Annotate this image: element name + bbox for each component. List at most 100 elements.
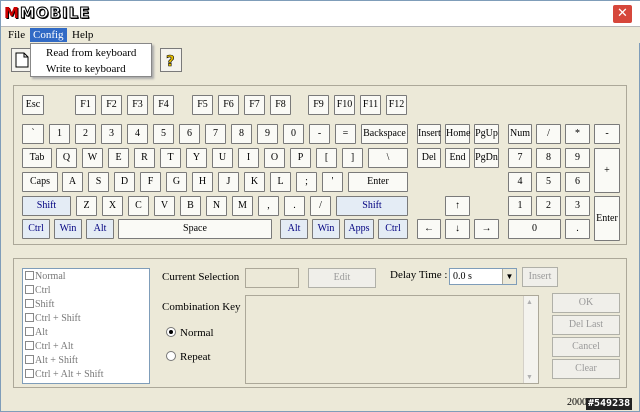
scroll-down-icon[interactable]: ▼ (526, 373, 533, 381)
key-f2[interactable]: F2 (101, 95, 122, 115)
key-apps[interactable]: Apps (344, 219, 374, 239)
key-numpad-plus[interactable]: + (594, 148, 620, 193)
key-backspace[interactable]: Backspace (361, 124, 408, 144)
key-arrow-right[interactable]: → (474, 219, 499, 239)
key-y[interactable]: Y (186, 148, 207, 168)
modifier-checkbox[interactable]: Ctrl (25, 284, 51, 297)
key-f4[interactable]: F4 (153, 95, 174, 115)
menu-help[interactable]: Help (69, 28, 96, 42)
key-3[interactable]: 3 (101, 124, 122, 144)
close-button[interactable]: ✕ (612, 4, 633, 24)
edit-button[interactable]: Edit (308, 268, 376, 288)
key-right-shift[interactable]: Shift (336, 196, 408, 216)
key-numpad-4[interactable]: 4 (508, 172, 532, 192)
key-right-ctrl[interactable]: Ctrl (378, 219, 408, 239)
modifier-checkbox[interactable]: Shift (25, 298, 54, 311)
key-8[interactable]: 8 (231, 124, 252, 144)
key-i[interactable]: I (238, 148, 259, 168)
key-l[interactable]: L (270, 172, 291, 192)
key-arrow-down[interactable]: ↓ (445, 219, 470, 239)
key-comma[interactable]: , (258, 196, 279, 216)
key-numpad-9[interactable]: 9 (565, 148, 590, 168)
key-lbracket[interactable]: [ (316, 148, 337, 168)
menu-item-write-to-keyboard[interactable]: Write to keyboard (46, 62, 126, 76)
key-end[interactable]: End (445, 148, 470, 168)
key-left-alt[interactable]: Alt (86, 219, 114, 239)
key-home[interactable]: Home (445, 124, 470, 144)
key-numlock[interactable]: Num (508, 124, 532, 144)
modifier-checkbox[interactable]: Ctrl + Alt + Shift (25, 368, 104, 381)
key-minus[interactable]: - (309, 124, 330, 144)
key-space[interactable]: Space (118, 219, 272, 239)
key-2[interactable]: 2 (75, 124, 96, 144)
key-arrow-left[interactable]: ← (417, 219, 441, 239)
key-f1[interactable]: F1 (75, 95, 96, 115)
key-numpad-2[interactable]: 2 (536, 196, 561, 216)
key-arrow-up[interactable]: ↑ (445, 196, 470, 216)
insert-button[interactable]: Insert (522, 267, 558, 287)
scrollbar[interactable]: ▲ ▼ (523, 296, 538, 383)
key-f3[interactable]: F3 (127, 95, 148, 115)
key-pgup[interactable]: PgUp (474, 124, 499, 144)
key-enter[interactable]: Enter (348, 172, 408, 192)
key-5[interactable]: 5 (153, 124, 174, 144)
menu-file[interactable]: File (5, 28, 28, 42)
key-j[interactable]: J (218, 172, 239, 192)
key-insert[interactable]: Insert (417, 124, 441, 144)
key-numpad-3[interactable]: 3 (565, 196, 590, 216)
modifier-checkbox[interactable]: Alt (25, 326, 48, 339)
help-button[interactable]: ? (160, 48, 182, 72)
key-g[interactable]: G (166, 172, 187, 192)
key-right-alt[interactable]: Alt (280, 219, 308, 239)
key-backslash[interactable]: \ (368, 148, 408, 168)
key-numpad-1[interactable]: 1 (508, 196, 532, 216)
key-f12[interactable]: F12 (386, 95, 407, 115)
key-caps[interactable]: Caps (22, 172, 58, 192)
menu-config[interactable]: Config (30, 28, 67, 42)
key-period[interactable]: . (284, 196, 305, 216)
key-f5[interactable]: F5 (192, 95, 213, 115)
key-slash[interactable]: / (310, 196, 331, 216)
modifier-checkbox[interactable]: Normal (25, 270, 66, 283)
key-pgdn[interactable]: PgDn (474, 148, 499, 168)
key-f8[interactable]: F8 (270, 95, 291, 115)
key-d[interactable]: D (114, 172, 135, 192)
radio-repeat[interactable]: Repeat (166, 351, 211, 363)
cancel-button[interactable]: Cancel (552, 337, 620, 357)
del-last-button[interactable]: Del Last (552, 315, 620, 335)
key-v[interactable]: V (154, 196, 175, 216)
key-z[interactable]: Z (76, 196, 97, 216)
key-tab[interactable]: Tab (22, 148, 52, 168)
key-n[interactable]: N (206, 196, 227, 216)
key-numpad-0[interactable]: 0 (508, 219, 561, 239)
key-numpad-enter[interactable]: Enter (594, 196, 620, 241)
key-f7[interactable]: F7 (244, 95, 265, 115)
clear-button[interactable]: Clear (552, 359, 620, 379)
key-f6[interactable]: F6 (218, 95, 239, 115)
key-1[interactable]: 1 (49, 124, 70, 144)
key-h[interactable]: H (192, 172, 213, 192)
key-k[interactable]: K (244, 172, 265, 192)
menu-item-read-from-keyboard[interactable]: Read from keyboard (46, 46, 136, 60)
key-9[interactable]: 9 (257, 124, 278, 144)
key-e[interactable]: E (108, 148, 129, 168)
key-esc[interactable]: Esc (22, 95, 44, 115)
modifier-checkbox[interactable]: Alt + Shift (25, 354, 78, 367)
key-c[interactable]: C (128, 196, 149, 216)
key-semicolon[interactable]: ; (296, 172, 317, 192)
combination-key-list[interactable]: ▲ ▼ (245, 295, 539, 384)
key-left-shift[interactable]: Shift (22, 196, 71, 216)
key-s[interactable]: S (88, 172, 109, 192)
key-numpad-minus[interactable]: - (594, 124, 620, 144)
key-f[interactable]: F (140, 172, 161, 192)
key-o[interactable]: O (264, 148, 285, 168)
key-q[interactable]: Q (56, 148, 77, 168)
key-r[interactable]: R (134, 148, 155, 168)
key-equal[interactable]: = (335, 124, 356, 144)
key-del[interactable]: Del (417, 148, 441, 168)
key-numpad-7[interactable]: 7 (508, 148, 532, 168)
modifier-checkbox[interactable]: Ctrl + Alt (25, 340, 73, 353)
delay-time-select[interactable]: 0.0 s ▼ (449, 268, 517, 285)
key-t[interactable]: T (160, 148, 181, 168)
key-f10[interactable]: F10 (334, 95, 355, 115)
